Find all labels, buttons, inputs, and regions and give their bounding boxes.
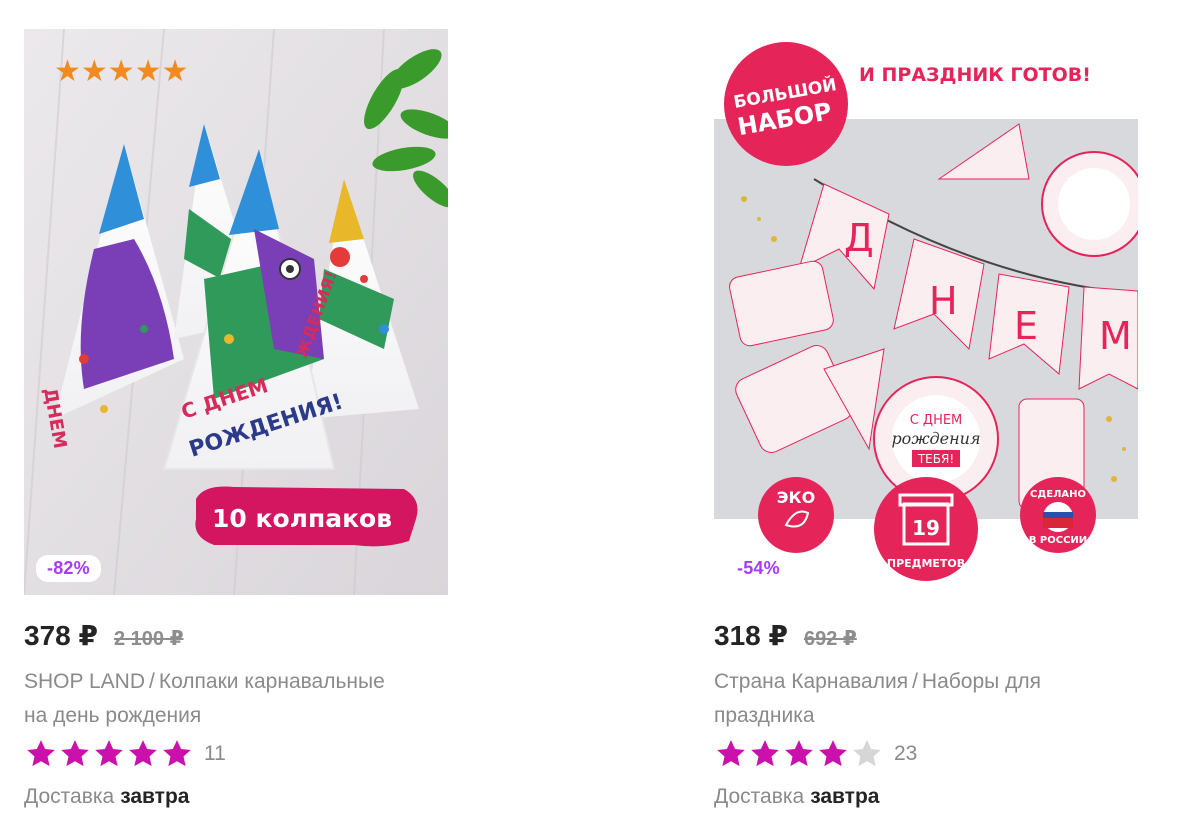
plate-line1: С ДНЕМ [910, 413, 963, 428]
old-price: 2 100 ₽ [113, 628, 184, 650]
eco-label: ЭКО [777, 488, 815, 507]
current-price: 318 ₽ [714, 620, 788, 651]
made-in-line1: СДЕЛАНО [1030, 489, 1086, 500]
star-icon [95, 740, 123, 767]
delivery-label: Доставка [714, 785, 805, 808]
brand-name: Страна Карнавалия [714, 670, 909, 693]
product-card-1[interactable]: ★★★★★ С ДНЕМ РОЖДЕНИЯ! ДНЕМ ЖДЕНИЯ! 10 к… [24, 29, 448, 808]
made-in-line2: В РОССИИ [1029, 535, 1087, 546]
rating-stars [24, 737, 194, 771]
plate-line3: ТЕБЯ! [917, 452, 954, 466]
discount-badge: -54% [726, 555, 791, 582]
old-price: 692 ₽ [803, 628, 857, 650]
party-set-photo: БОЛЬШОЙ НАБОР И ПРАЗДНИК ГОТОВ! Д Н Е М [714, 29, 1138, 595]
svg-text:★★★★★: ★★★★★ [54, 54, 188, 89]
image-badge-text: 10 колпаков [212, 504, 392, 533]
star-icon [751, 740, 779, 767]
product-image[interactable]: ★★★★★ С ДНЕМ РОЖДЕНИЯ! ДНЕМ ЖДЕНИЯ! 10 к… [24, 29, 448, 595]
product-name-line2: праздника [714, 704, 815, 727]
delivery-date: завтра [120, 785, 190, 808]
product-card-2[interactable]: БОЛЬШОЙ НАБОР И ПРАЗДНИК ГОТОВ! Д Н Е М [714, 29, 1138, 808]
review-count: 23 [894, 742, 918, 765]
gift-number: 19 [912, 516, 940, 540]
star-icon [61, 740, 89, 767]
image-headline: И ПРАЗДНИК ГОТОВ! [859, 64, 1091, 86]
rating[interactable]: 23 [714, 737, 917, 771]
review-count: 11 [204, 742, 226, 765]
brand-name: SHOP LAND [24, 670, 145, 693]
product-name-line2: на день рождения [24, 704, 202, 727]
gift-label: ПРЕДМЕТОВ [887, 557, 965, 570]
banner-letter-4: М [1099, 314, 1132, 358]
product-title[interactable]: SHOP LAND / Колпаки карнавальные на день р… [24, 665, 454, 733]
banner-letter-1: Д [844, 216, 874, 260]
title-separator: / [912, 670, 918, 693]
banner-letter-2: Н [929, 279, 958, 323]
product-name-line1: Наборы для [921, 670, 1041, 693]
title-separator: / [149, 670, 155, 693]
delivery-info: Доставка завтра [24, 785, 189, 809]
star-icon [853, 740, 881, 767]
star-icon [717, 740, 745, 767]
price-row: 318 ₽ 692 ₽ [714, 619, 857, 652]
star-icon [129, 740, 157, 767]
product-name-line1: Колпаки карнавальные [158, 670, 385, 693]
star-icon [27, 740, 55, 767]
product-title[interactable]: Страна Карнавалия / Наборы для праздника [714, 665, 1144, 733]
delivery-info: Доставка завтра [714, 785, 879, 809]
plate-line2: рождения [891, 429, 980, 448]
rating-stars [714, 737, 884, 771]
rating[interactable]: 11 [24, 737, 226, 771]
party-hats-photo: ★★★★★ С ДНЕМ РОЖДЕНИЯ! ДНЕМ ЖДЕНИЯ! 10 к… [24, 29, 448, 595]
delivery-date: завтра [810, 785, 880, 808]
star-icon [163, 740, 191, 767]
delivery-label: Доставка [24, 785, 115, 808]
product-image[interactable]: БОЛЬШОЙ НАБОР И ПРАЗДНИК ГОТОВ! Д Н Е М [714, 29, 1138, 595]
banner-letter-3: Е [1014, 304, 1038, 348]
star-icon [785, 740, 813, 767]
star-icon [819, 740, 847, 767]
price-row: 378 ₽ 2 100 ₽ [24, 619, 184, 652]
discount-badge: -82% [36, 555, 101, 582]
current-price: 378 ₽ [24, 620, 98, 651]
